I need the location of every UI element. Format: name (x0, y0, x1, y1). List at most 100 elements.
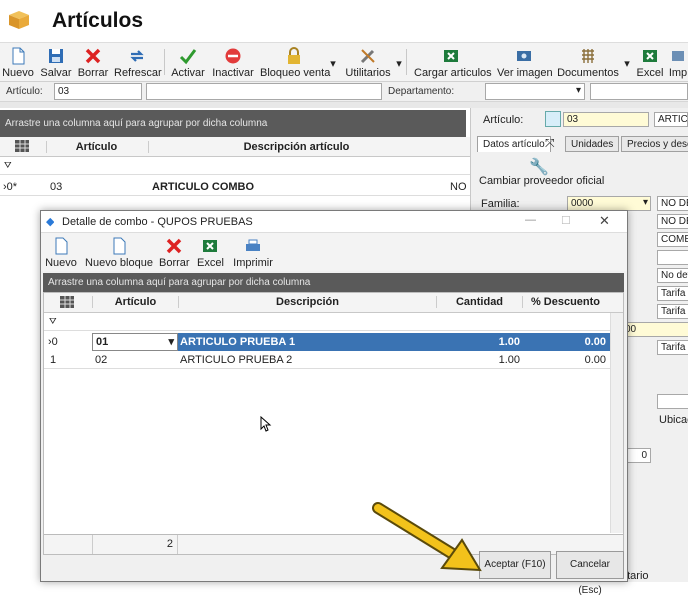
block-icon (225, 48, 241, 64)
article-filter-input[interactable]: 03 (54, 83, 142, 100)
import-button[interactable]: Imp (668, 45, 688, 81)
utilities-button[interactable]: Utilitarios (345, 45, 391, 81)
dialog-toolbar: Nuevo Nuevo bloque Borrar Excel Imprimir (41, 233, 627, 271)
department-filter-label: Departamento: (388, 86, 455, 97)
vertical-scrollbar[interactable] (610, 313, 623, 533)
row-articulo-select[interactable]: 01 ▾ (92, 333, 178, 351)
accept-button[interactable]: Aceptar (F10) (479, 551, 551, 579)
deactivate-button[interactable]: Inactivar (212, 45, 254, 81)
delete-x-icon (166, 238, 182, 254)
cancel-button[interactable]: Cancelar (Esc) (556, 551, 624, 596)
tab-datos-articulo[interactable]: Datos artículo (477, 136, 551, 152)
excel-icon (643, 50, 657, 62)
column-header-descripcion[interactable]: Descripción (178, 296, 436, 308)
import-icon (672, 51, 684, 61)
load-items-button[interactable]: Cargar articulos (414, 45, 492, 81)
column-header-descuento[interactable]: % Descuento (522, 296, 608, 308)
column-header-descripcion[interactable]: Descripción artículo (148, 141, 444, 153)
view-image-button[interactable]: Ver imagen (497, 45, 553, 81)
dialog-new-block-button[interactable]: Nuevo bloque (85, 235, 153, 271)
group-by-panel[interactable]: Arrastre una columna aquí para agrupar p… (0, 110, 466, 137)
column-chooser-icon[interactable] (15, 140, 29, 152)
app-logo-icon: ◆ (46, 216, 55, 228)
table-row[interactable]: ›0* 03 ARTICULO COMBO NO I (0, 178, 474, 196)
table-row[interactable]: ›0 01 ▾ ARTICULO PRUEBA 1 1.00 0.00 (44, 333, 610, 351)
row-descuento: 0.00 (584, 354, 606, 366)
detail-article-label: Artículo: (483, 114, 524, 126)
location-label: Ubicac (659, 414, 688, 426)
new-block-icon (113, 237, 126, 255)
row-descripcion: ARTICULO PRUEBA 1 (180, 336, 296, 348)
column-header-articulo[interactable]: Artículo (92, 296, 178, 308)
field-00[interactable]: 00 (621, 322, 688, 337)
field-value-4 (657, 250, 688, 265)
check-icon (179, 49, 197, 65)
field-value-3: COMER (657, 232, 688, 247)
dialog-new-button[interactable]: Nuevo (45, 235, 77, 271)
department-description-input[interactable] (590, 83, 688, 100)
column-header-articulo[interactable]: Artículo (46, 141, 146, 153)
image-icon (517, 51, 531, 61)
dialog-excel-button[interactable]: Excel (197, 235, 224, 271)
excel-icon (444, 50, 458, 62)
maximize-icon[interactable]: ☐ (561, 214, 571, 227)
row-articulo: 03 (50, 181, 63, 193)
column-chooser-icon[interactable] (60, 296, 74, 308)
excel-export-button[interactable]: Excel (636, 45, 664, 81)
printer-icon (246, 239, 260, 251)
close-icon[interactable]: ✕ (599, 213, 610, 229)
tab-unidades[interactable]: Unidades (565, 136, 620, 152)
row-count: 2 (92, 535, 178, 554)
main-toolbar: Nuevo Salvar Borrar Refrescar Activar In… (0, 42, 688, 82)
dialog-title: Detalle de combo - QUPOS PRUEBAS (62, 216, 253, 228)
filter-icon: ⛛ (4, 160, 12, 170)
documents-button[interactable]: Documentos (557, 45, 619, 81)
save-button[interactable]: Salvar (40, 45, 72, 81)
row-indicator: ›0* (3, 181, 18, 193)
row-indicator: ›0 (48, 336, 58, 348)
combo-detail-dialog: ◆ Detalle de combo - QUPOS PRUEBAS — ☐ ✕… (40, 210, 628, 596)
detail-article-description[interactable]: ARTIC (654, 112, 688, 127)
description-filter-input[interactable] (146, 83, 382, 100)
article-filter-label: Artículo: (6, 86, 43, 97)
row-descuento: 0.00 (584, 336, 606, 348)
row-descripcion: ARTICULO PRUEBA 2 (180, 354, 293, 366)
tarifa-value: Tarifa g (657, 340, 688, 355)
chevron-down-icon: ▾ (642, 197, 648, 208)
edit-icon[interactable] (545, 111, 561, 127)
family-select[interactable]: 0000 ▾ (567, 196, 651, 211)
dialog-group-by-panel[interactable]: Arrastre una columna aquí para agrupar p… (43, 273, 624, 292)
delete-x-icon (85, 48, 101, 64)
field-value-7: Tarifa g (657, 304, 688, 319)
refresh-button[interactable]: Refrescar (114, 45, 162, 81)
combo-grid-filter-row[interactable]: ⛛ (44, 313, 623, 331)
combo-grid-header: Artículo Descripción Cantidad % Descuent… (44, 293, 623, 313)
table-row[interactable]: 1 02 ARTICULO PRUEBA 2 1.00 0.00 (44, 351, 610, 369)
title-bar: Artículos (0, 0, 688, 42)
dialog-print-button[interactable]: Imprimir (231, 235, 275, 271)
tab-precios[interactable]: Precios y descu (621, 136, 688, 152)
change-supplier-button[interactable]: Cambiar proveedor oficial (479, 175, 604, 187)
activate-button[interactable]: Activar (170, 45, 206, 81)
detail-article-input[interactable]: 03 (563, 112, 649, 127)
main-grid-filter-row[interactable]: ⛛ (0, 157, 474, 175)
field-value-2: NO DE (657, 214, 688, 229)
filter-bar: Artículo: 03 Departamento: ▾ (0, 82, 688, 102)
selected-row-highlight: ARTICULO PRUEBA 1 1.00 0.00 (178, 333, 610, 351)
dialog-delete-button[interactable]: Borrar (159, 235, 190, 271)
wrench-icon: 🔧 (529, 159, 549, 176)
sale-lock-button[interactable]: Bloqueo venta (260, 45, 330, 81)
minimize-icon[interactable]: — (525, 214, 536, 226)
refresh-icon (130, 50, 144, 62)
expand-icon[interactable]: ⤧ (545, 136, 555, 151)
delete-button[interactable]: Borrar (77, 45, 109, 81)
dialog-title-bar: ◆ Detalle de combo - QUPOS PRUEBAS — ☐ ✕ (41, 211, 627, 233)
column-header-cantidad[interactable]: Cantidad (436, 296, 522, 308)
new-button[interactable]: Nuevo (2, 45, 34, 81)
new-document-icon (55, 237, 68, 255)
row-cantidad: 1.00 (498, 354, 520, 366)
field-blank[interactable] (657, 394, 688, 409)
box-icon (9, 11, 29, 29)
department-filter-select[interactable]: ▾ (485, 83, 585, 100)
page-title: Artículos (52, 9, 144, 32)
